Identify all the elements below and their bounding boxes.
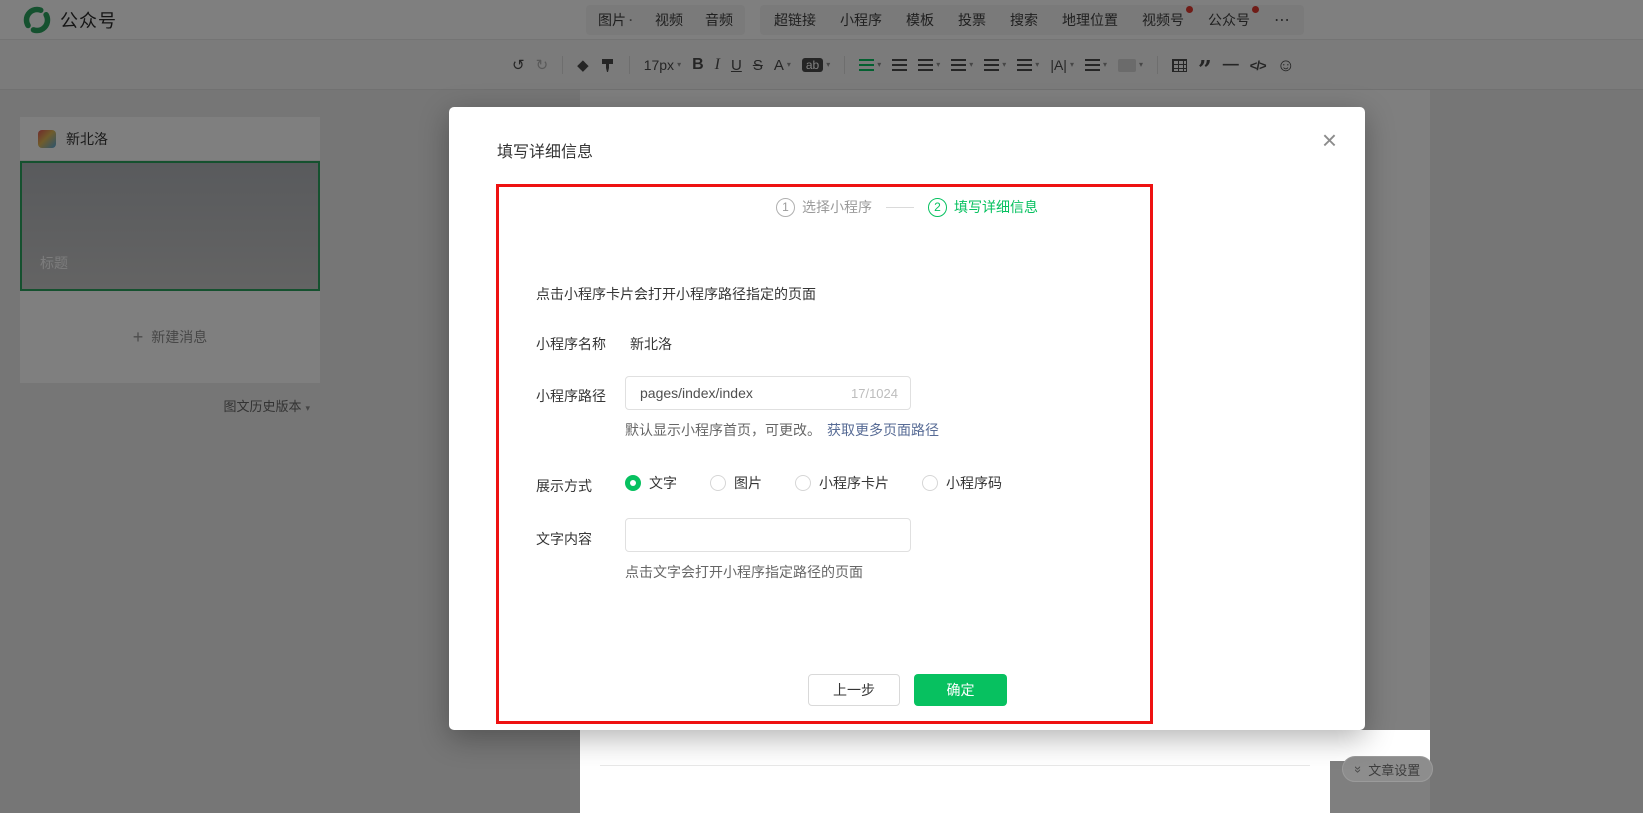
double-chevron-down-icon: » <box>1351 765 1366 772</box>
miniprogram-name-label: 小程序名称 <box>536 334 606 354</box>
radio-icon <box>795 475 811 491</box>
radio-icon <box>922 475 938 491</box>
annotation-red-box <box>496 184 1153 724</box>
miniprogram-path-input[interactable]: pages/index/index 17/1024 <box>625 376 911 410</box>
display-mode-options: 文字 图片 小程序卡片 小程序码 <box>625 473 1002 493</box>
text-content-input[interactable] <box>625 518 911 552</box>
close-icon[interactable]: × <box>1322 127 1337 153</box>
radio-miniprogram-card[interactable]: 小程序卡片 <box>795 473 889 493</box>
miniprogram-detail-dialog: 填写详细信息 × 1 选择小程序 2 填写详细信息 点击小程序卡片会打开小程序路… <box>449 107 1365 730</box>
step-fill-details: 2 填写详细信息 <box>928 197 1038 217</box>
radio-text[interactable]: 文字 <box>625 473 677 493</box>
radio-icon <box>710 475 726 491</box>
article-settings-label: 文章设置 <box>1368 760 1420 779</box>
step-label: 填写详细信息 <box>954 197 1038 217</box>
path-help-text: 默认显示小程序首页，可更改。获取更多页面路径 <box>625 420 939 440</box>
radio-miniprogram-code[interactable]: 小程序码 <box>922 473 1002 493</box>
path-char-counter: 17/1024 <box>851 386 898 401</box>
card-hint-text: 点击小程序卡片会打开小程序路径指定的页面 <box>536 284 816 304</box>
confirm-button[interactable]: 确定 <box>914 674 1007 706</box>
article-settings-button[interactable]: » 文章设置 <box>1342 756 1433 782</box>
step-number: 1 <box>776 198 795 217</box>
step-select-miniprogram: 1 选择小程序 <box>776 197 872 217</box>
editor-divider <box>600 765 1310 766</box>
text-help-text: 点击文字会打开小程序指定路径的页面 <box>625 562 863 582</box>
path-input-value: pages/index/index <box>640 385 753 401</box>
miniprogram-path-label: 小程序路径 <box>536 386 606 406</box>
step-number: 2 <box>928 198 947 217</box>
radio-selected-icon <box>625 475 641 491</box>
display-mode-label: 展示方式 <box>536 476 592 496</box>
radio-image[interactable]: 图片 <box>710 473 762 493</box>
get-more-paths-link[interactable]: 获取更多页面路径 <box>827 422 939 438</box>
previous-step-button[interactable]: 上一步 <box>808 674 900 706</box>
editor-paper-bottom <box>580 730 1330 813</box>
dialog-title: 填写详细信息 <box>497 138 593 162</box>
app: 公众号 图片· 视频 音频 超链接 小程序 模板 投票 搜索 地理位置 视频号 … <box>0 0 1643 813</box>
step-indicator: 1 选择小程序 2 填写详细信息 <box>449 197 1365 217</box>
step-connector <box>886 207 914 208</box>
text-content-label: 文字内容 <box>536 529 592 549</box>
miniprogram-name-value: 新北洛 <box>630 334 672 354</box>
step-label: 选择小程序 <box>802 197 872 217</box>
